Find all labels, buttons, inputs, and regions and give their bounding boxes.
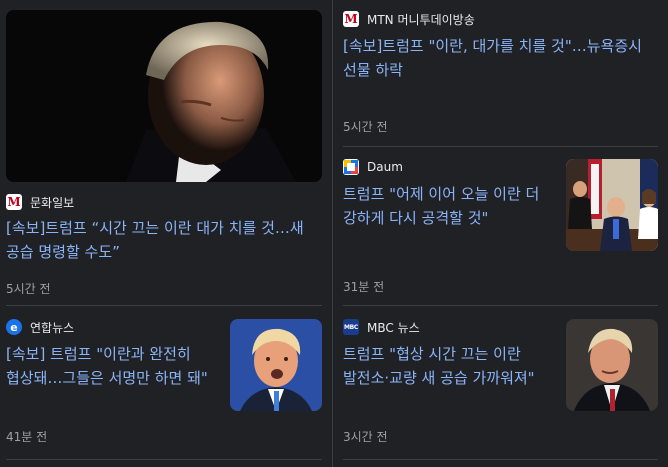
row-divider bbox=[6, 459, 322, 460]
yonhap-logo-icon: e bbox=[6, 319, 22, 335]
news-card-yonhap[interactable]: e 연합뉴스 [속보] 트럼프 "이란과 완전히 협상돼…그들은 서명만 하면 … bbox=[6, 318, 322, 448]
mbc-logo-icon: MBC bbox=[343, 319, 359, 335]
news-source: e 연합뉴스 bbox=[6, 318, 74, 336]
trump-portrait-photo bbox=[566, 319, 658, 411]
row-divider bbox=[343, 305, 658, 306]
munhwa-logo-icon: M bbox=[6, 194, 22, 210]
source-name: Daum bbox=[367, 160, 403, 174]
news-thumbnail[interactable] bbox=[566, 319, 658, 411]
news-timestamp: 41분 전 bbox=[6, 430, 48, 444]
news-thumbnail[interactable] bbox=[230, 319, 322, 411]
row-divider bbox=[6, 305, 322, 306]
news-source: M 문화일보 bbox=[6, 193, 74, 211]
source-name: 문화일보 bbox=[30, 195, 75, 210]
mtn-logo-icon: M bbox=[343, 11, 359, 27]
trump-speaking-photo bbox=[230, 319, 322, 411]
news-headline-link[interactable]: 트럼프 "어제 이어 오늘 이란 더 강하게 다시 공격할 것" bbox=[343, 182, 551, 230]
news-timestamp: 31분 전 bbox=[343, 280, 385, 294]
news-timestamp: 5시간 전 bbox=[6, 282, 51, 296]
news-thumbnail[interactable] bbox=[566, 159, 658, 251]
row-divider bbox=[343, 459, 658, 460]
news-thumbnail-large[interactable] bbox=[6, 10, 322, 182]
daum-logo-icon bbox=[343, 159, 359, 175]
news-card-mtn[interactable]: M MTN 머니투데이방송 [속보]트럼프 "이란, 대가를 치를 것"…뉴욕증… bbox=[343, 10, 658, 140]
news-timestamp: 5시간 전 bbox=[343, 120, 388, 134]
news-headline-link[interactable]: [속보]트럼프 “시간 끄는 이란 대가 치를 것…새 공습 명령할 수도” bbox=[6, 216, 320, 264]
news-card-mbc[interactable]: MBC MBC 뉴스 트럼프 "협상 시간 끄는 이란 발전소·교량 새 공습 … bbox=[343, 318, 658, 448]
news-headline-link[interactable]: [속보]트럼프 "이란, 대가를 치를 것"…뉴욕증시 선물 하락 bbox=[343, 34, 655, 82]
row-divider bbox=[343, 146, 658, 147]
news-source: MBC MBC 뉴스 bbox=[343, 318, 420, 336]
news-timestamp: 3시간 전 bbox=[343, 430, 388, 444]
column-divider bbox=[332, 0, 333, 467]
news-card-munhwa[interactable]: M 문화일보 [속보]트럼프 “시간 끄는 이란 대가 치를 것…새 공습 명령… bbox=[6, 10, 322, 300]
source-name: MBC 뉴스 bbox=[367, 320, 420, 335]
news-card-daum[interactable]: Daum 트럼프 "어제 이어 오늘 이란 더 강하게 다시 공격할 것" 31… bbox=[343, 158, 658, 298]
trump-photo-dark bbox=[6, 10, 322, 182]
news-source: Daum bbox=[343, 158, 403, 176]
news-source: M MTN 머니투데이방송 bbox=[343, 10, 475, 28]
source-name: MTN 머니투데이방송 bbox=[367, 12, 475, 27]
news-headline-link[interactable]: [속보] 트럼프 "이란과 완전히 협상돼…그들은 서명만 하면 돼" bbox=[6, 342, 220, 390]
news-headline-link[interactable]: 트럼프 "협상 시간 끄는 이란 발전소·교량 새 공습 가까워져" bbox=[343, 342, 555, 390]
source-name: 연합뉴스 bbox=[30, 320, 75, 335]
oval-office-photo bbox=[566, 159, 658, 251]
